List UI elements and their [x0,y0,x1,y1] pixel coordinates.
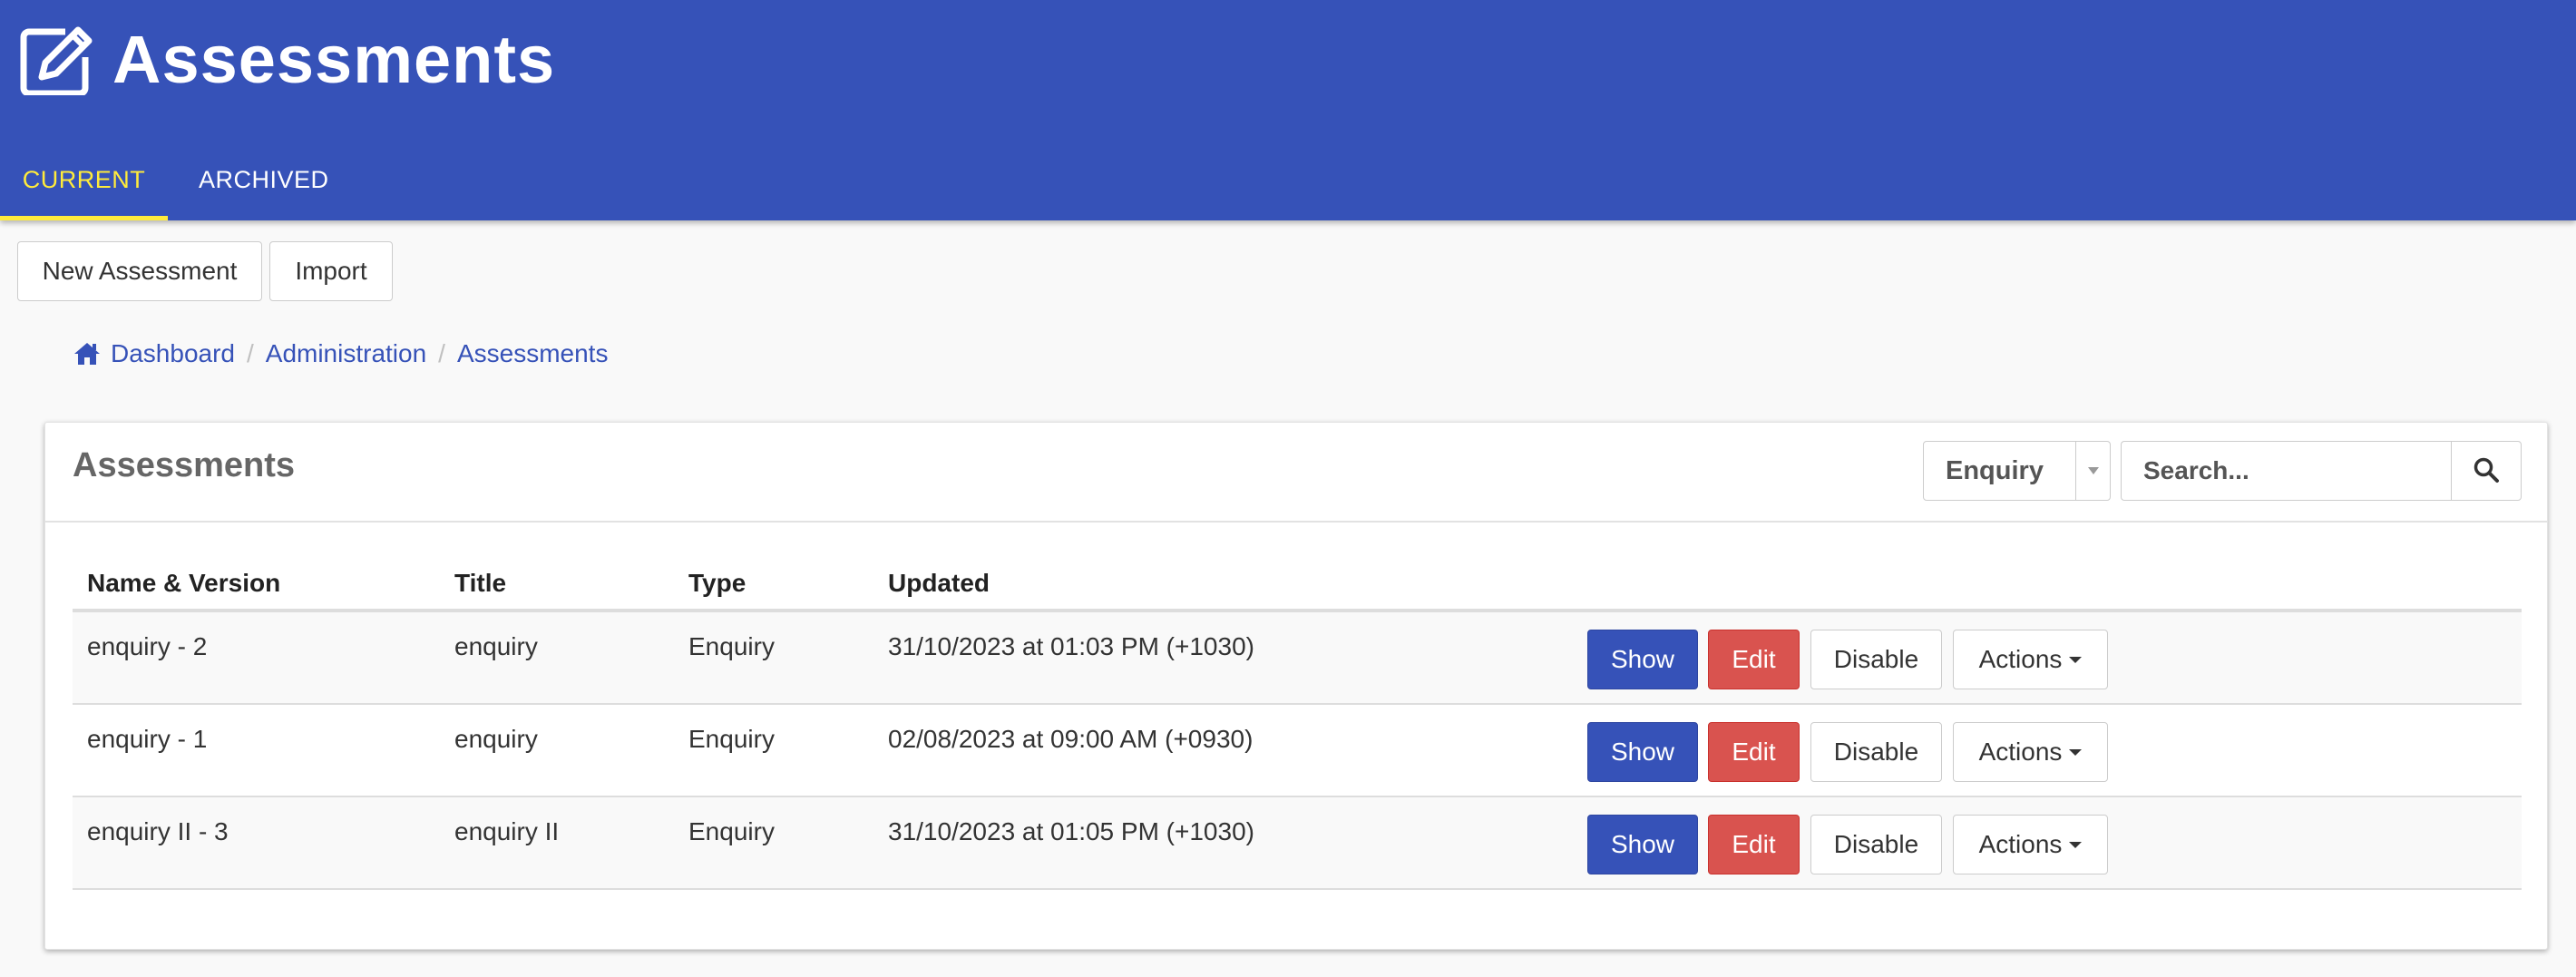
page-title: Assessments [112,22,556,97]
edit-icon [18,24,94,95]
breadcrumb-separator: / [438,339,445,367]
column-header-title: Title [454,569,507,597]
cell-updated: 31/10/2023 at 01:05 PM (+1030) [888,817,1254,845]
show-button[interactable]: Show [1587,815,1698,874]
caret-down-icon [2075,442,2110,500]
assessments-panel: Assessments Enquiry Name & Version Tit [44,422,2548,950]
app-header: Assessments CURRENT ARCHIVED [0,0,2576,220]
actions-label: Actions [1978,830,2063,858]
table-row: enquiry - 2 enquiry Enquiry 31/10/2023 a… [73,612,2522,705]
toolbar: New Assessment Import [17,241,393,301]
cell-title: enquiry [454,725,538,753]
row-actions: Show Edit Disable Actions [1587,630,2108,689]
tab-current-label: CURRENT [22,166,146,193]
show-button[interactable]: Show [1587,722,1698,782]
tab-bar: CURRENT ARCHIVED [0,145,329,220]
breadcrumb-dashboard[interactable]: Dashboard [73,339,235,368]
table-row: enquiry - 1 enquiry Enquiry 02/08/2023 a… [73,705,2522,797]
breadcrumb: Dashboard / Administration / Assessments [73,336,608,372]
disable-button[interactable]: Disable [1810,815,1942,874]
cell-name: enquiry II - 3 [87,817,229,845]
new-assessment-button[interactable]: New Assessment [17,241,262,301]
column-header-name: Name & Version [87,569,281,597]
search-group [2121,441,2522,501]
home-icon [73,341,102,366]
cell-updated: 02/08/2023 at 09:00 AM (+0930) [888,725,1254,753]
edit-button[interactable]: Edit [1708,815,1800,874]
cell-type: Enquiry [688,725,775,753]
actions-dropdown-button[interactable]: Actions [1953,722,2108,782]
actions-dropdown-button[interactable]: Actions [1953,815,2108,874]
cell-title: enquiry II [454,817,560,845]
column-header-type: Type [688,569,746,597]
row-actions: Show Edit Disable Actions [1587,722,2108,782]
search-icon [2473,456,2500,486]
assessments-table: Name & Version Title Type Updated enquir… [73,551,2522,890]
tab-archived-label: ARCHIVED [199,166,329,193]
breadcrumb-administration[interactable]: Administration [266,339,426,368]
cell-type: Enquiry [688,632,775,660]
disable-button[interactable]: Disable [1810,630,1942,689]
type-filter-select[interactable]: Enquiry [1923,441,2111,501]
table-header: Name & Version Title Type Updated [73,551,2522,612]
column-header-updated: Updated [888,569,990,597]
caret-down-icon [2069,841,2083,848]
show-button[interactable]: Show [1587,630,1698,689]
cell-name: enquiry - 1 [87,725,208,753]
search-button[interactable] [2451,441,2522,501]
caret-down-icon [2069,748,2083,756]
import-button[interactable]: Import [269,241,393,301]
search-input[interactable] [2121,441,2451,501]
panel-heading: Assessments Enquiry [45,423,2547,523]
edit-button[interactable]: Edit [1708,630,1800,689]
actions-label: Actions [1978,645,2063,673]
disable-button[interactable]: Disable [1810,722,1942,782]
cell-updated: 31/10/2023 at 01:03 PM (+1030) [888,632,1254,660]
cell-name: enquiry - 2 [87,632,208,660]
panel-title: Assessments [73,446,296,484]
actions-dropdown-button[interactable]: Actions [1953,630,2108,689]
breadcrumb-assessments[interactable]: Assessments [457,339,609,368]
caret-down-icon [2069,656,2083,663]
table-row: enquiry II - 3 enquiry II Enquiry 31/10/… [73,797,2522,890]
header-title-row: Assessments [18,24,555,96]
type-filter-value: Enquiry [1946,455,2044,485]
breadcrumb-dashboard-label: Dashboard [111,339,235,367]
tab-archived[interactable]: ARCHIVED [168,145,329,220]
tab-current[interactable]: CURRENT [0,145,168,220]
breadcrumb-separator: / [246,339,254,367]
actions-label: Actions [1978,738,2063,766]
row-actions: Show Edit Disable Actions [1587,815,2108,874]
edit-button[interactable]: Edit [1708,722,1800,782]
cell-type: Enquiry [688,817,775,845]
cell-title: enquiry [454,632,538,660]
